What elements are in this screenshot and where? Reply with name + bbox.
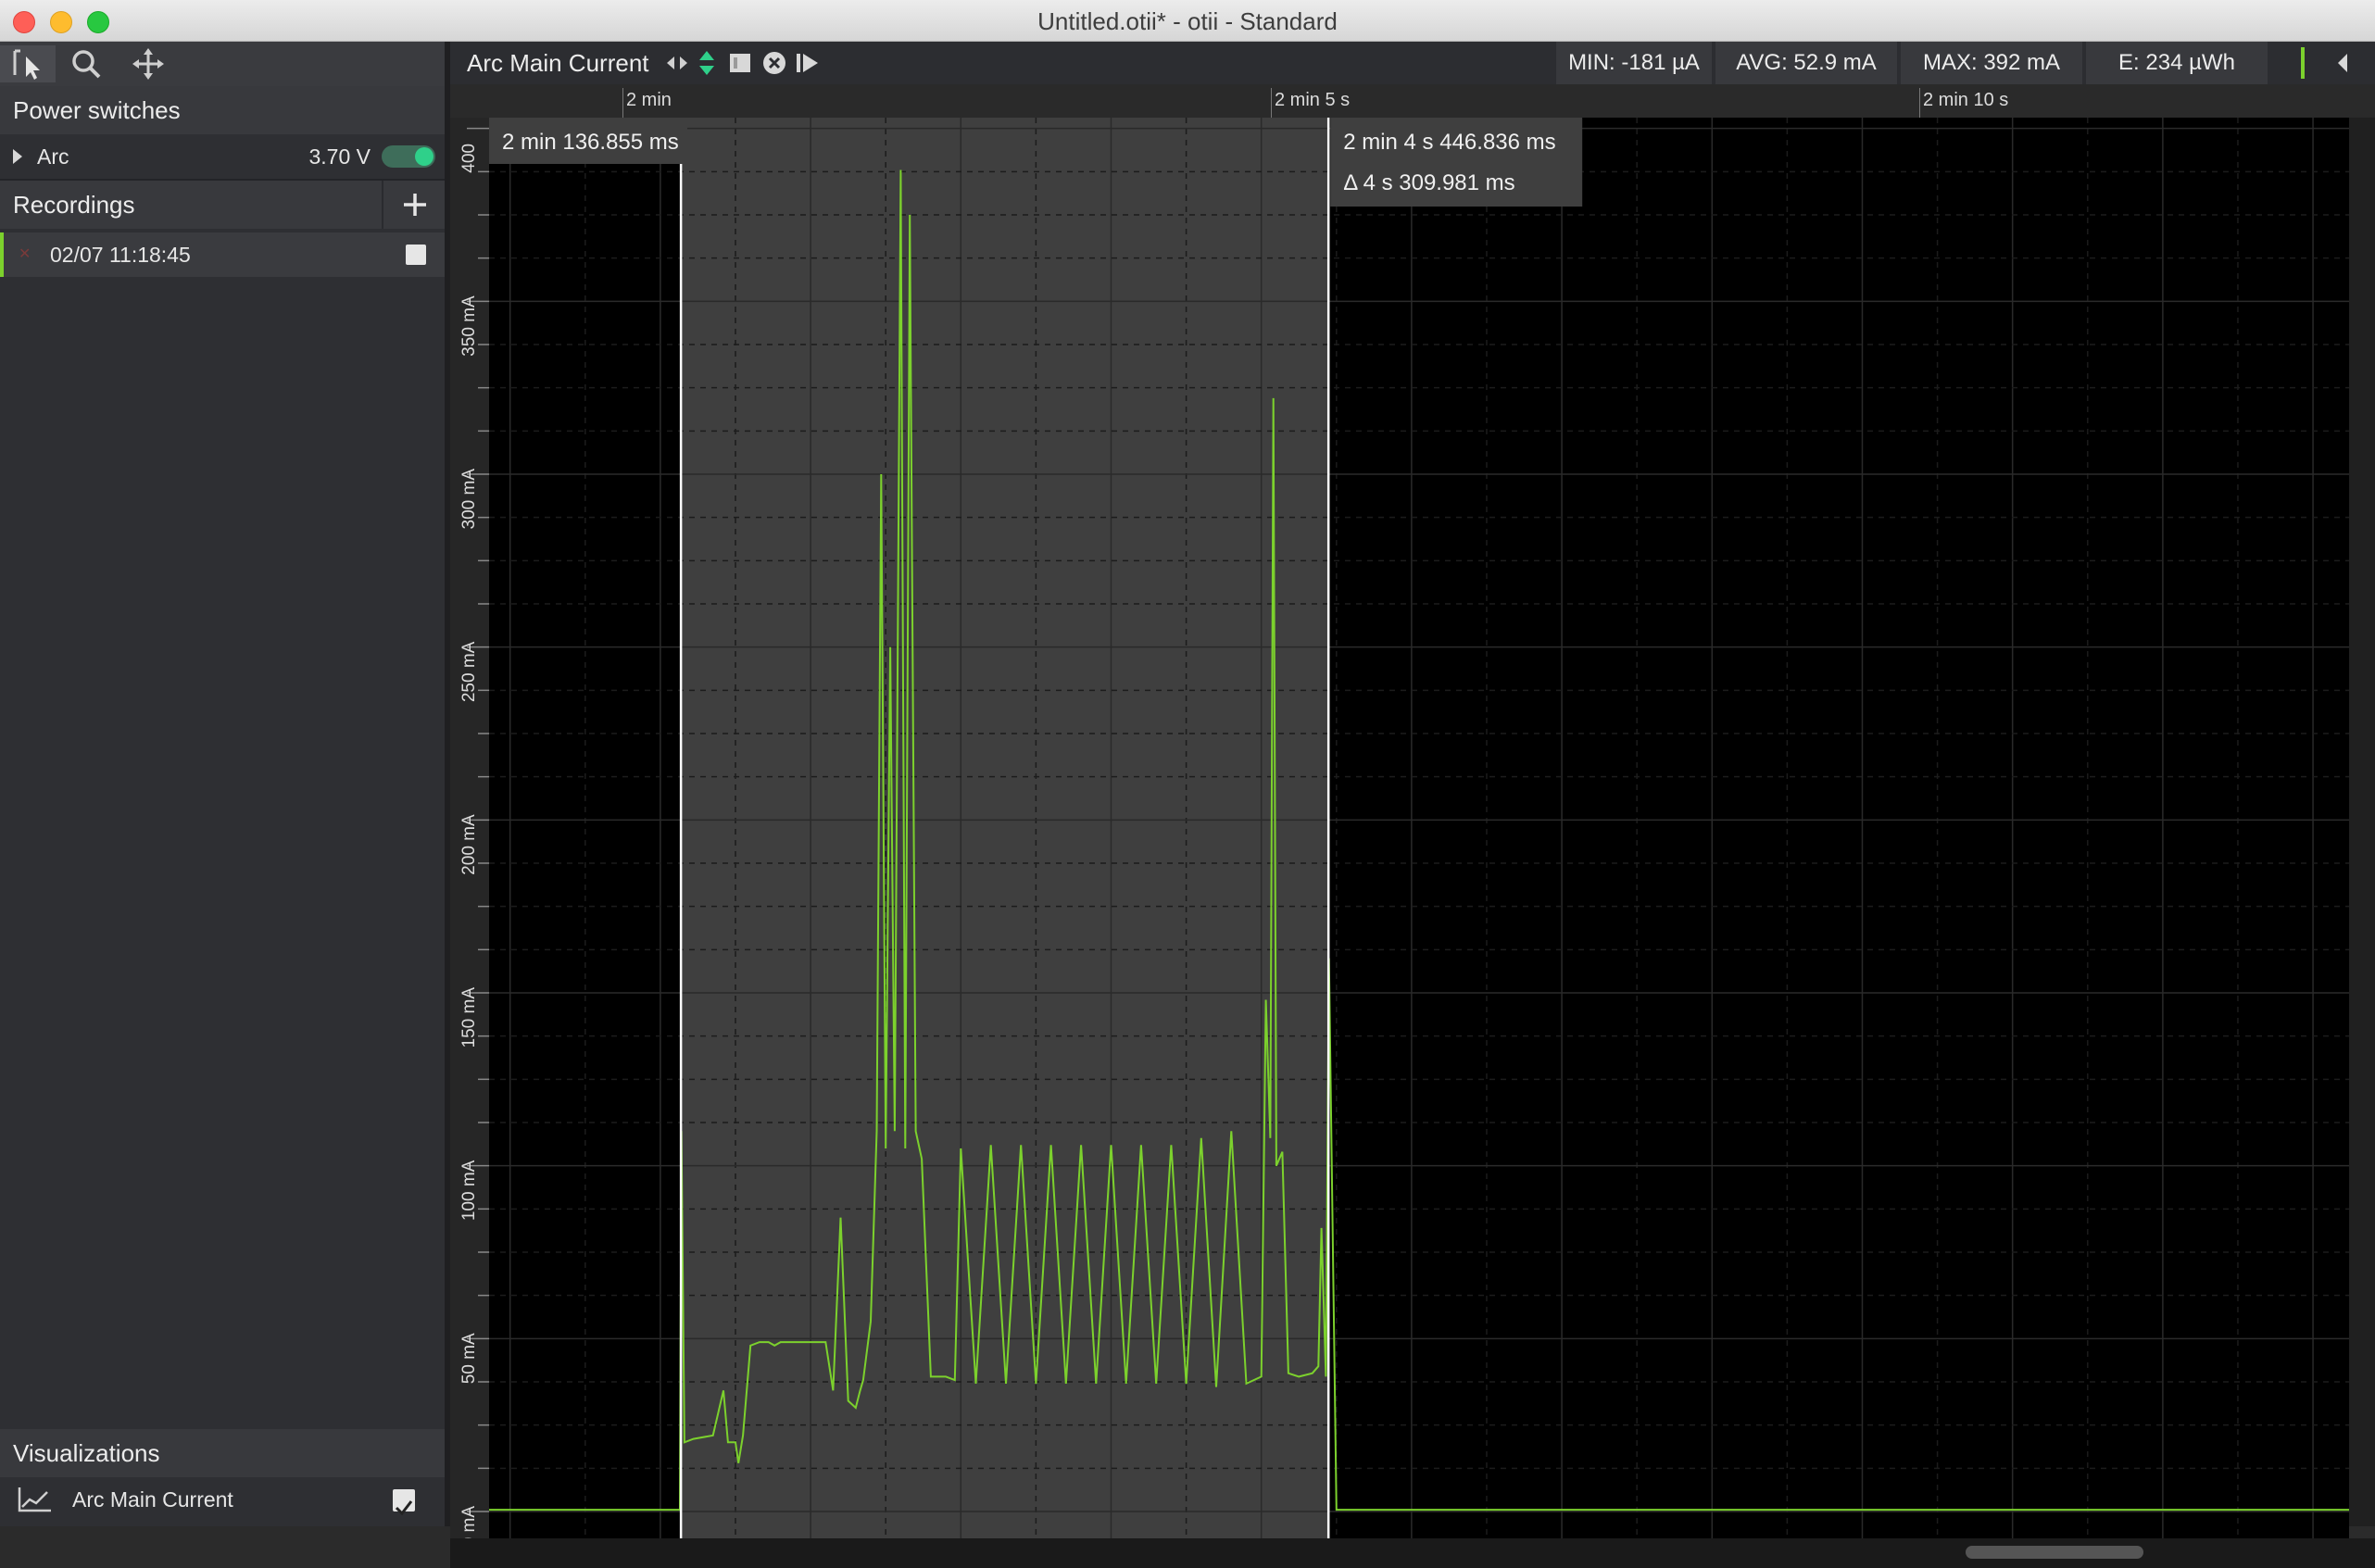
y-tick-label: 50 mA [459,1333,479,1384]
recordings-header: Recordings [0,181,445,229]
plot-header: Arc Main Current MIN: -181 µA AVG: 52.9 … [450,42,2375,84]
device-name: Arc [37,144,69,169]
plot-panel: Arc Main Current MIN: -181 µA AVG: 52.9 … [450,42,2375,1568]
tool-bar [0,42,445,86]
horizontal-scrollbar[interactable] [450,1538,2375,1568]
time-tick [622,88,623,118]
expand-horizontal-icon[interactable] [665,52,689,74]
current-plot[interactable]: 0 mA 50 mA 100 mA 150 mA 200 mA 250 mA 300 mA 3… [450,118,2375,1538]
stat-avg: AVG: 52.9 mA [1715,42,1897,84]
move-arrows-icon [132,48,164,80]
plot-title: Arc Main Current [467,49,649,77]
visualization-checkbox[interactable] [393,1489,415,1516]
visualization-item[interactable]: Arc Main Current [0,1477,445,1522]
select-tool-button[interactable] [0,45,56,82]
stat-max: MAX: 392 mA [1901,42,2082,84]
recording-checkbox[interactable] [406,245,426,265]
zoom-tool-button[interactable] [59,45,115,82]
line-chart-icon [18,1487,51,1512]
recordings-title: Recordings [13,191,135,219]
time-axis: 2 min 2 min 5 s 2 min 10 s [450,84,2375,118]
marker-delta-label: Δ 4 s 309.981 ms [1343,170,1514,195]
time-tick-label: 2 min [626,90,672,110]
expand-vertical-icon[interactable] [697,50,717,76]
pan-tool-button[interactable] [120,45,176,82]
recording-label: 02/07 11:18:45 [50,243,191,267]
power-toggle[interactable] [382,145,435,168]
power-toggle-knob [415,147,434,166]
y-tick-label: 100 mA [459,1160,479,1221]
y-tick-label: 150 mA [459,987,479,1048]
add-recording-button[interactable] [382,181,446,229]
magnifier-icon [72,50,101,79]
time-tick-label: 2 min 10 s [1923,90,2009,110]
select-cursor-icon [13,49,40,80]
marker-start-label: 2 min 136.855 ms [502,130,679,155]
y-tick-label: 300 mA [459,469,479,530]
delete-recording-icon[interactable]: ✕ [19,232,31,277]
visualizations-header: Visualizations [0,1429,445,1477]
time-tick-label: 2 min 5 s [1275,90,1351,110]
time-tick [1271,88,1272,118]
close-circle-icon[interactable] [761,50,787,76]
collapse-panel-icon[interactable] [2334,52,2351,74]
device-row-arc[interactable]: Arc 3.70 V [0,134,445,179]
stat-min: MIN: -181 µA [1556,42,1712,84]
y-tick-label: 400 [459,144,479,173]
y-tick-label: 200 mA [459,814,479,875]
visualization-label: Arc Main Current [72,1487,233,1512]
recording-item[interactable]: ✕ 02/07 11:18:45 [0,232,445,277]
y-tick-label: 0 mA [459,1506,479,1538]
checkmark-icon [395,1500,413,1516]
y-tick-label: 350 mA [459,295,479,357]
scrollbar-thumb[interactable] [1966,1546,2143,1559]
time-tick [1919,88,1920,118]
selection-region [681,118,1329,1538]
title-bar: Untitled.otii* - otii - Standard [0,0,2375,42]
marker-end-label: 2 min 4 s 446.836 ms [1343,130,1555,155]
y-tick-label: 250 mA [459,641,479,702]
series-color-indicator [2301,47,2305,79]
stat-energy: E: 234 µWh [2086,42,2268,84]
skip-to-end-icon[interactable] [795,51,821,75]
plus-icon [404,194,426,216]
expand-triangle-icon [13,149,22,164]
device-voltage: 3.70 V [308,144,371,169]
power-switches-header: Power switches [0,86,445,134]
stop-icon[interactable] [728,51,752,75]
window-title: Untitled.otii* - otii - Standard [1037,7,1338,35]
sidebar: Power switches Arc 3.70 V Recordings ✕ 0… [0,42,445,1526]
